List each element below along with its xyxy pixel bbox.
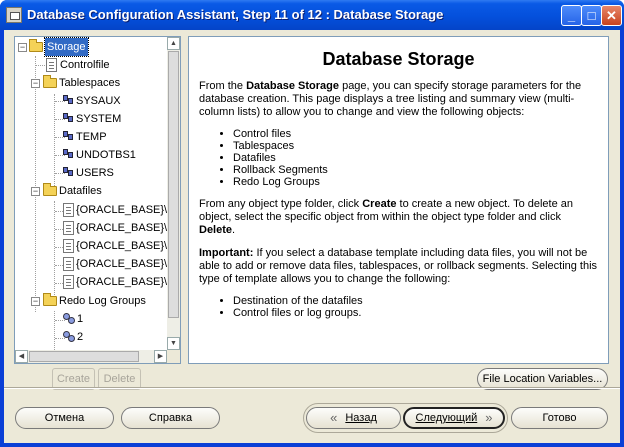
tree-node-label: 2	[77, 331, 84, 343]
separator	[4, 387, 620, 389]
template-list: Destination of the datafiles Control fil…	[233, 295, 598, 319]
tree-node-label: UNDOTBS1	[76, 149, 136, 161]
page-heading: Database Storage	[322, 49, 475, 69]
app-icon	[6, 7, 22, 23]
folder-icon	[29, 39, 43, 52]
tablespace-icon	[63, 113, 77, 125]
collapse-icon[interactable]: −	[31, 79, 40, 88]
scroll-up-icon[interactable]: ▲	[167, 37, 180, 50]
list-item: Control files	[233, 128, 598, 140]
cancel-button[interactable]: Отмена	[15, 407, 114, 429]
tree-viewport: − Storage Controlfile − Tablespaces SYSA…	[15, 37, 167, 350]
important-paragraph: Important: If you select a database temp…	[199, 247, 598, 285]
finish-button[interactable]: Готово	[511, 407, 608, 429]
tree-node-label: 1	[77, 313, 84, 325]
tree-node-label: {ORACLE_BASE}\or	[76, 240, 167, 252]
tree-node-label: {ORACLE_BASE}\or	[76, 276, 167, 288]
chevron-left-icon: «	[330, 410, 338, 425]
file-icon	[63, 239, 74, 253]
dialog-client-area: − Storage Controlfile − Tablespaces SYSA…	[4, 30, 620, 443]
title-bar[interactable]: Database Configuration Assistant, Step 1…	[0, 0, 624, 30]
tree-node-label: {ORACLE_BASE}\or	[76, 222, 167, 234]
storage-tree: − Storage Controlfile − Tablespaces SYSA…	[14, 36, 181, 364]
create-delete-paragraph: From any object type folder, click Creat…	[199, 198, 574, 236]
tree-node-label: Tablespaces	[59, 77, 121, 89]
maximize-button[interactable]: □	[581, 5, 602, 26]
scroll-corner	[167, 350, 180, 363]
log-group-icon	[63, 331, 76, 343]
close-button[interactable]: ✕	[601, 5, 622, 26]
scroll-left-icon[interactable]: ◀	[15, 350, 28, 363]
scroll-right-icon[interactable]: ▶	[154, 350, 167, 363]
back-button[interactable]: « Назад	[306, 407, 401, 429]
folder-icon	[43, 293, 57, 306]
tree-horizontal-scrollbar[interactable]: ◀ ▶	[15, 350, 167, 363]
folder-icon	[43, 75, 57, 88]
tree-node-label: SYSAUX	[76, 95, 121, 107]
tree-node-label: USERS	[76, 167, 114, 179]
dbca-window: Database Configuration Assistant, Step 1…	[0, 0, 624, 447]
file-icon	[63, 203, 74, 217]
window-title: Database Configuration Assistant, Step 1…	[27, 7, 444, 22]
tablespace-icon	[63, 149, 77, 161]
chevron-right-icon: »	[485, 410, 493, 425]
scroll-thumb[interactable]	[29, 351, 139, 362]
list-item: Redo Log Groups	[233, 176, 598, 188]
minimize-button[interactable]: _	[561, 5, 582, 26]
folder-icon	[43, 183, 57, 196]
file-icon	[63, 221, 74, 235]
list-item: Rollback Segments	[233, 164, 598, 176]
list-item: Datafiles	[233, 152, 598, 164]
tree-node-label: TEMP	[76, 131, 107, 143]
file-icon	[46, 58, 57, 72]
list-item: Tablespaces	[233, 140, 598, 152]
list-item: Destination of the datafiles	[233, 295, 598, 307]
file-icon	[63, 257, 74, 271]
pane-splitter[interactable]	[182, 36, 187, 364]
scroll-down-icon[interactable]: ▼	[167, 337, 180, 350]
collapse-icon[interactable]: −	[31, 297, 40, 306]
help-content-pane: Database Storage From the Database Stora…	[188, 36, 609, 364]
collapse-icon[interactable]: −	[18, 43, 27, 52]
tree-node-label: Redo Log Groups	[59, 295, 146, 307]
log-group-icon	[63, 313, 76, 325]
intro-paragraph: From the Database Storage page, you can …	[199, 80, 582, 118]
tree-node-label: Datafiles	[59, 185, 102, 197]
tree-node-label: {ORACLE_BASE}\or	[76, 258, 167, 270]
objects-list: Control files Tablespaces Datafiles Roll…	[233, 128, 598, 188]
tablespace-icon	[63, 95, 77, 107]
next-button[interactable]: Следующий »	[403, 407, 505, 429]
tree-node-label: Storage	[44, 37, 89, 57]
collapse-icon[interactable]: −	[31, 187, 40, 196]
tree-vertical-scrollbar[interactable]: ▲ ▼	[167, 37, 180, 350]
help-button[interactable]: Справка	[121, 407, 220, 429]
tablespace-icon	[63, 131, 77, 143]
tree-node-label: {ORACLE_BASE}\or	[76, 204, 167, 216]
list-item: Control files or log groups.	[233, 307, 598, 319]
tree-node-label: SYSTEM	[76, 113, 122, 125]
file-icon	[63, 275, 74, 289]
tree-node-label: Controlfile	[60, 59, 110, 71]
scroll-thumb[interactable]	[168, 51, 179, 318]
tablespace-icon	[63, 167, 77, 179]
